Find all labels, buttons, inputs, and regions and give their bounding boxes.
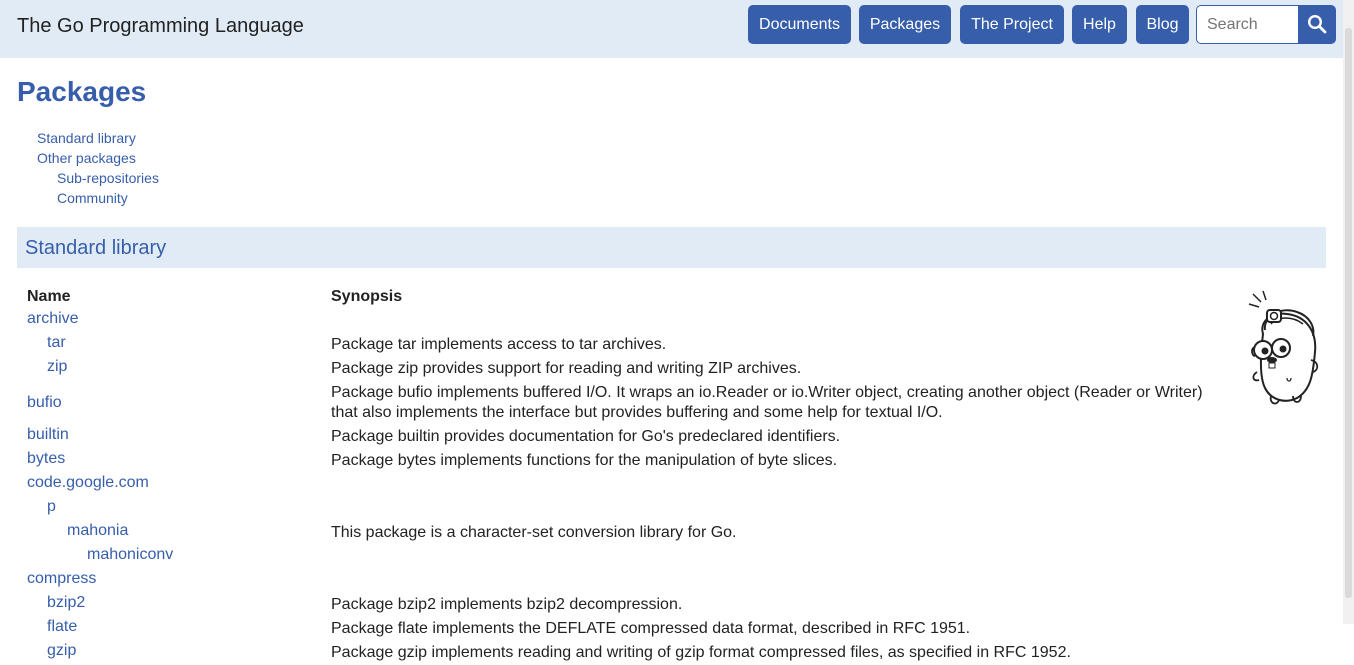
packages-table: Name Synopsis archive tar Package tar im… xyxy=(27,287,1227,665)
package-link[interactable]: bzip2 xyxy=(47,594,85,611)
table-row: bufio Package bufio implements buffered … xyxy=(27,381,1227,425)
site-title-link[interactable]: The Go Programming Language xyxy=(17,14,304,38)
table-row: archive xyxy=(27,309,1227,333)
package-name-cell: mahoniconv xyxy=(27,545,331,569)
package-link[interactable]: code.google.com xyxy=(27,474,149,491)
package-synopsis: This package is a character-set conversi… xyxy=(331,524,737,541)
search-button[interactable] xyxy=(1298,5,1336,44)
package-synopsis: Package gzip implements reading and writ… xyxy=(331,644,1071,661)
search-input[interactable] xyxy=(1196,5,1299,44)
top-bar: The Go Programming Language Documents Pa… xyxy=(0,0,1343,58)
table-row: zip Package zip provides support for rea… xyxy=(27,357,1227,381)
package-name-cell: p xyxy=(27,497,331,521)
nav-help-button[interactable]: Help xyxy=(1072,5,1127,44)
package-name-cell: compress xyxy=(27,569,331,593)
package-link[interactable]: p xyxy=(47,498,56,515)
table-row: bzip2 Package bzip2 implements bzip2 dec… xyxy=(27,593,1227,617)
package-synopsis: Package zip provides support for reading… xyxy=(331,360,802,377)
toc-standard-library-link[interactable]: Standard library xyxy=(37,128,159,148)
nav-blog-button[interactable]: Blog xyxy=(1136,5,1189,44)
package-name-cell: code.google.com xyxy=(27,473,331,497)
package-name-cell: bufio xyxy=(27,381,331,425)
search-icon xyxy=(1307,14,1327,34)
package-synopsis xyxy=(331,497,1227,521)
package-name-cell: builtin xyxy=(27,425,331,449)
nav-packages-button[interactable]: Packages xyxy=(859,5,951,44)
gopher-mascot-icon xyxy=(1248,290,1319,405)
package-link[interactable]: mahonia xyxy=(67,522,128,539)
package-link[interactable]: archive xyxy=(27,310,79,327)
package-link[interactable]: bufio xyxy=(27,394,62,411)
table-row: tar Package tar implements access to tar… xyxy=(27,333,1227,357)
nav-the-project-button[interactable]: The Project xyxy=(960,5,1064,44)
page-title: Packages xyxy=(17,76,147,107)
package-synopsis: Package bufio implements buffered I/O. I… xyxy=(331,384,1203,421)
package-synopsis: Package tar implements access to tar arc… xyxy=(331,336,667,353)
table-row: mahonia This package is a character-set … xyxy=(27,521,1227,545)
package-name-cell: flate xyxy=(27,617,331,641)
toc-community-link[interactable]: Community xyxy=(37,188,159,208)
package-name-cell: bzip2 xyxy=(27,593,331,617)
scrollbar-thumb[interactable] xyxy=(1345,28,1352,598)
section-title: Standard library xyxy=(25,237,167,259)
package-name-cell: mahonia xyxy=(27,521,331,545)
package-name-cell: tar xyxy=(27,333,331,357)
package-synopsis: Package bzip2 implements bzip2 decompres… xyxy=(331,596,683,613)
table-row: builtin Package builtin provides documen… xyxy=(27,425,1227,449)
package-name-cell: gzip xyxy=(27,641,331,665)
package-synopsis xyxy=(331,545,1227,569)
section-header: Standard library xyxy=(17,227,1326,268)
toc-sub-repositories-link[interactable]: Sub-repositories xyxy=(37,168,159,188)
package-link[interactable]: bytes xyxy=(27,450,65,467)
table-of-contents: Standard library Other packages Sub-repo… xyxy=(37,128,159,208)
package-link[interactable]: builtin xyxy=(27,426,69,443)
package-name-cell: bytes xyxy=(27,449,331,473)
package-link[interactable]: gzip xyxy=(47,642,76,659)
package-link[interactable]: flate xyxy=(47,618,77,635)
table-row: gzip Package gzip implements reading and… xyxy=(27,641,1227,665)
package-synopsis: Package bytes implements functions for t… xyxy=(331,452,838,469)
package-synopsis xyxy=(331,473,1227,497)
package-name-cell: archive xyxy=(27,309,331,333)
column-header-synopsis: Synopsis xyxy=(331,288,403,305)
table-row: compress xyxy=(27,569,1227,593)
package-link[interactable]: mahoniconv xyxy=(87,546,173,563)
package-link[interactable]: compress xyxy=(27,570,96,587)
package-name-cell: zip xyxy=(27,357,331,381)
column-header-name: Name xyxy=(27,288,71,305)
toc-other-packages-link[interactable]: Other packages xyxy=(37,148,159,168)
package-synopsis xyxy=(331,569,1227,593)
table-row: bytes Package bytes implements functions… xyxy=(27,449,1227,473)
package-link[interactable]: zip xyxy=(47,358,67,375)
package-synopsis: Package builtin provides documentation f… xyxy=(331,428,841,445)
table-row: mahoniconv xyxy=(27,545,1227,569)
package-synopsis xyxy=(331,309,1227,333)
table-row: flate Package flate implements the DEFLA… xyxy=(27,617,1227,641)
package-link[interactable]: tar xyxy=(47,334,66,351)
package-synopsis: Package flate implements the DEFLATE com… xyxy=(331,620,971,637)
nav-documents-button[interactable]: Documents xyxy=(748,5,851,44)
table-row: code.google.com xyxy=(27,473,1227,497)
table-row: p xyxy=(27,497,1227,521)
